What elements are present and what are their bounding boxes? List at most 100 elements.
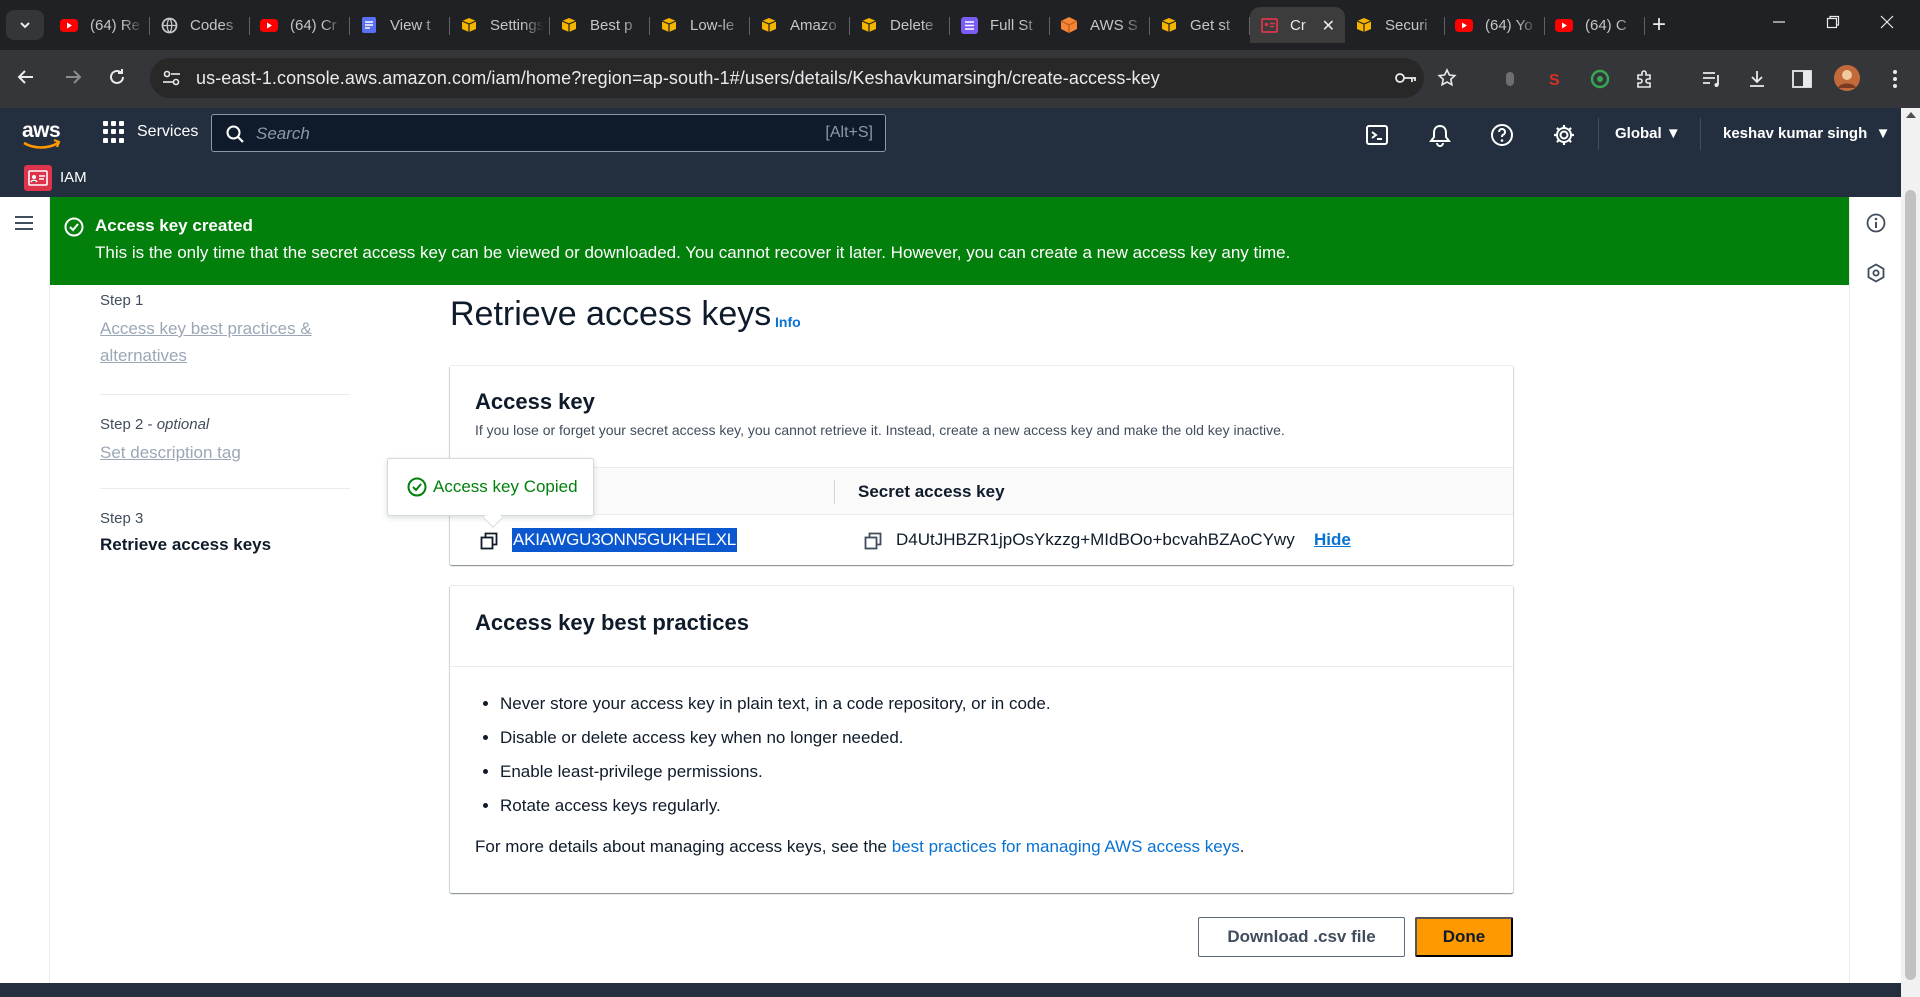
- service-name[interactable]: IAM: [60, 169, 87, 186]
- info-panel-icon[interactable]: [1866, 213, 1886, 233]
- account-menu[interactable]: keshav kumar singh ▼: [1723, 125, 1890, 142]
- best-practices-container: Access key best practices Never store yo…: [450, 585, 1513, 893]
- tab-title: Cr: [1290, 16, 1306, 34]
- browser-tab[interactable]: AWS S: [1050, 7, 1150, 43]
- flash-message: This is the only time that the secret ac…: [95, 243, 1291, 262]
- side-panel-icon[interactable]: [1790, 67, 1814, 91]
- search-shortcut: [Alt+S]: [825, 124, 873, 141]
- iam-service-icon[interactable]: [24, 165, 52, 191]
- cloudshell-icon[interactable]: [1365, 123, 1389, 147]
- iam-icon: [1260, 16, 1278, 34]
- more-suffix: .: [1239, 837, 1245, 856]
- extension-1-icon[interactable]: [1498, 67, 1522, 91]
- extensions-puzzle-icon[interactable]: [1633, 67, 1657, 91]
- aws-logo[interactable]: aws: [22, 120, 62, 152]
- copy-access-key-icon[interactable]: [480, 532, 498, 550]
- best-practices-link[interactable]: best practices for managing AWS access k…: [892, 837, 1240, 856]
- browser-tab[interactable]: Delete: [850, 7, 950, 43]
- extension-2-icon[interactable]: S: [1543, 67, 1567, 91]
- secret-key-value[interactable]: D4UtJHBZR1jpOsYkzzg+MIdBOo+bcvahBZAoCYwy: [896, 530, 1295, 550]
- settings-gear-icon[interactable]: [1552, 123, 1576, 147]
- grid-icon: [103, 121, 125, 143]
- list-icon: [960, 16, 978, 34]
- browser-tab[interactable]: Amazo: [750, 7, 850, 43]
- notifications-bell-icon[interactable]: [1428, 123, 1452, 147]
- tab-title: Low-le: [690, 16, 735, 34]
- page-scrollbar[interactable]: [1901, 108, 1920, 997]
- profile-avatar[interactable]: [1833, 64, 1861, 92]
- address-bar[interactable]: us-east-1.console.aws.amazon.com/iam/hom…: [150, 58, 1457, 98]
- step2-number: Step 2: [100, 416, 144, 433]
- browser-tab[interactable]: Securi: [1345, 7, 1445, 43]
- back-button[interactable]: [16, 67, 36, 87]
- browser-tab[interactable]: Cr ✕: [1250, 7, 1345, 43]
- access-key-value[interactable]: AKIAWGU3ONN5GUKHELXL: [512, 528, 738, 552]
- browser-menu-icon[interactable]: [1883, 67, 1907, 91]
- services-menu-button[interactable]: Services: [103, 121, 198, 143]
- browser-tab[interactable]: Settings: [450, 7, 550, 43]
- access-key-description: If you lose or forget your secret access…: [475, 422, 1285, 438]
- media-controls-icon[interactable]: [1700, 67, 1724, 91]
- tab-title: Amazo: [790, 16, 837, 34]
- browser-tab[interactable]: Low-le: [650, 7, 750, 43]
- more-details-text: For more details about managing access k…: [475, 837, 1244, 857]
- hamburger-menu-icon[interactable]: [14, 215, 34, 231]
- browser-tab[interactable]: (64) Cr: [250, 7, 350, 43]
- help-icon[interactable]: [1490, 123, 1514, 147]
- browser-tab[interactable]: Get st: [1150, 7, 1250, 43]
- url-text[interactable]: us-east-1.console.aws.amazon.com/iam/hom…: [196, 68, 1160, 89]
- services-label: Services: [137, 123, 199, 140]
- done-button[interactable]: Done: [1415, 917, 1513, 957]
- tab-title: (64) Cr: [290, 16, 337, 34]
- download-icon[interactable]: [1745, 67, 1769, 91]
- list-item: Disable or delete access key when no lon…: [500, 728, 1051, 762]
- copy-secret-key-icon[interactable]: [864, 532, 882, 550]
- box-icon: [1160, 16, 1178, 34]
- tab-title: Settings: [490, 16, 544, 34]
- tab-title: View t: [390, 16, 431, 34]
- aws-top-nav: aws Services Search [Alt+S] Global ▼ kes…: [0, 108, 1920, 159]
- download-csv-button[interactable]: Download .csv file: [1198, 917, 1405, 957]
- list-item: Enable least-privilege permissions.: [500, 762, 1051, 796]
- console-search-input[interactable]: Search [Alt+S]: [211, 114, 886, 152]
- bookmark-star-icon[interactable]: [1435, 66, 1459, 90]
- header-divider: [1598, 118, 1599, 150]
- browser-tab[interactable]: Best p: [550, 7, 650, 43]
- youtube-icon: [1555, 16, 1573, 34]
- site-info-icon[interactable]: [162, 69, 182, 87]
- password-key-icon[interactable]: [1394, 66, 1418, 90]
- extension-3-icon[interactable]: [1588, 67, 1612, 91]
- browser-tab[interactable]: (64) C: [1545, 7, 1645, 43]
- restore-button[interactable]: [1826, 15, 1840, 29]
- page-title: Retrieve access keys: [450, 295, 772, 333]
- browser-tab[interactable]: (64) Yo: [1445, 7, 1545, 43]
- reload-button[interactable]: [107, 67, 127, 87]
- region-selector[interactable]: Global ▼: [1615, 125, 1681, 142]
- tab-title: Full St: [990, 16, 1033, 34]
- doc-icon: [360, 16, 378, 34]
- right-tools-rail: [1849, 197, 1901, 997]
- info-link[interactable]: Info: [775, 314, 801, 330]
- browser-tab[interactable]: Full St: [950, 7, 1050, 43]
- minimize-button[interactable]: [1772, 15, 1786, 29]
- browser-tab[interactable]: View t: [350, 7, 450, 43]
- check-circle-icon: [407, 477, 427, 497]
- scroll-up-icon[interactable]: [1906, 112, 1916, 118]
- browser-tab[interactable]: Codes: [150, 7, 250, 43]
- browser-tab[interactable]: (64) Re: [50, 7, 150, 43]
- step2-link[interactable]: Set description tag: [100, 439, 350, 466]
- svg-text:aws: aws: [22, 120, 60, 142]
- hide-secret-link[interactable]: Hide: [1314, 530, 1351, 550]
- new-tab-button[interactable]: +: [1652, 13, 1666, 37]
- close-tab-icon[interactable]: ✕: [1322, 16, 1335, 36]
- arrow-left-icon: [17, 70, 33, 84]
- forward-button[interactable]: [63, 67, 83, 87]
- box-icon: [860, 16, 878, 34]
- tab-search-button[interactable]: [6, 10, 44, 40]
- chevron-down-icon: [20, 22, 30, 29]
- feedback-hexagon-icon[interactable]: [1866, 263, 1886, 283]
- copied-message: Access key Copied: [433, 477, 578, 496]
- scroll-thumb[interactable]: [1905, 190, 1916, 980]
- close-window-button[interactable]: [1880, 15, 1894, 29]
- step1-link[interactable]: Access key best practices & alternatives: [100, 315, 350, 369]
